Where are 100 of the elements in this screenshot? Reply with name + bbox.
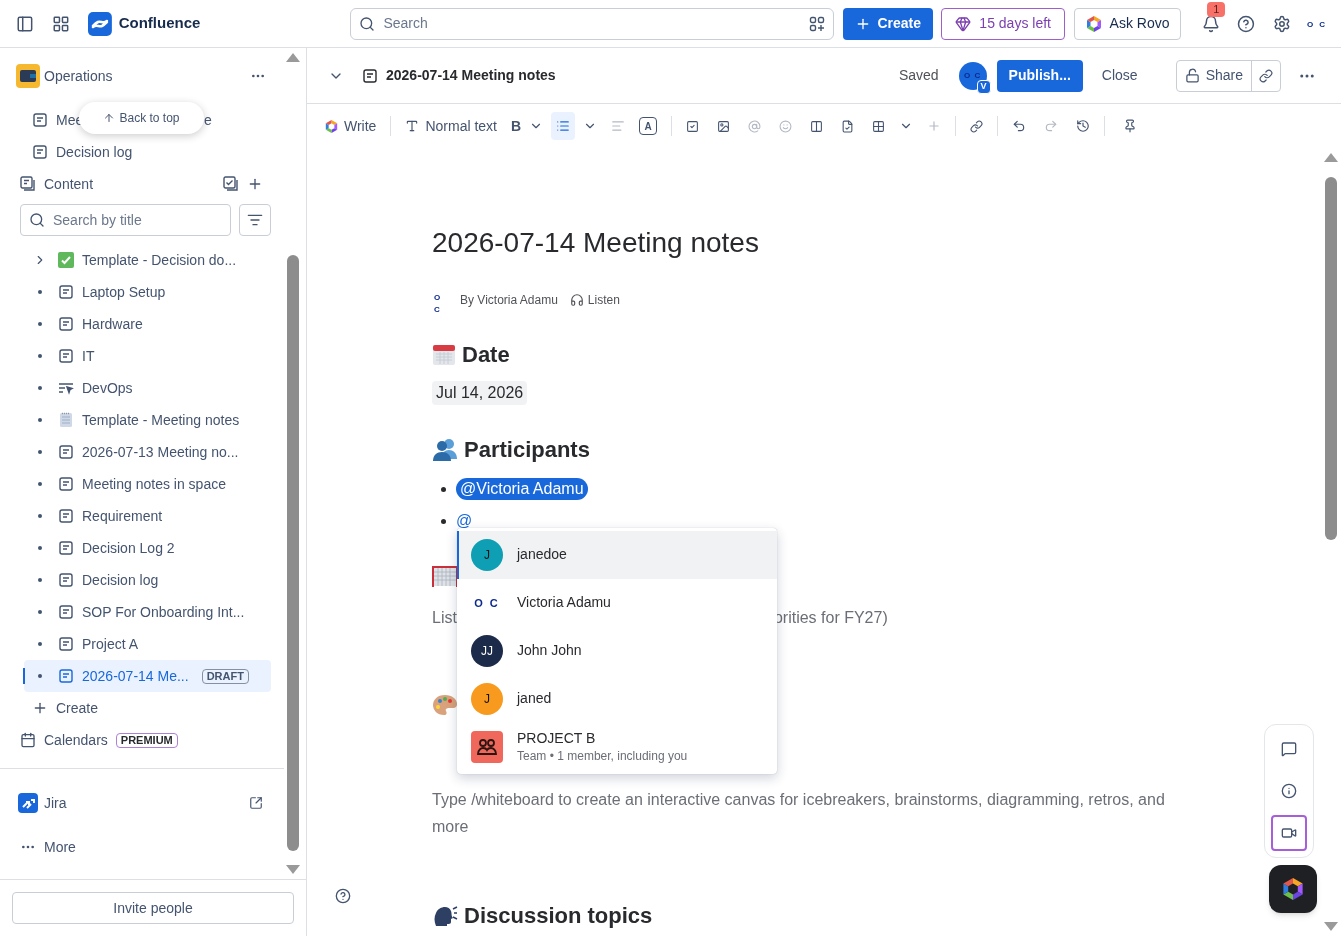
help-icon[interactable] [1237, 14, 1256, 33]
write-ai-icon [325, 119, 338, 133]
bullet-icon [38, 290, 42, 294]
external-link-icon[interactable] [249, 796, 263, 810]
add-icon[interactable] [247, 176, 263, 192]
mention-option[interactable]: JJ John John [457, 627, 777, 675]
ask-rovo-button[interactable]: Ask Rovo [1073, 7, 1182, 40]
tree-item[interactable]: Meeting notes in space [24, 468, 271, 500]
bullet-icon [38, 418, 42, 422]
page-icon [58, 668, 74, 684]
trial-button[interactable]: 15 days left [941, 7, 1065, 40]
page-icon [32, 112, 48, 128]
checkmark-icon [58, 252, 74, 268]
page-icon [58, 476, 74, 492]
palette-emoji-icon [432, 694, 458, 716]
plus-icon [32, 700, 48, 716]
file-icon[interactable] [841, 119, 855, 133]
bullet-icon [441, 486, 446, 492]
goal-net-emoji-icon [432, 566, 458, 588]
listen-button[interactable]: Listen [587, 291, 620, 309]
tree-item[interactable]: Template - Decision do... [24, 244, 271, 276]
tree-item[interactable]: Decision log [24, 564, 271, 596]
bold-button[interactable]: B [511, 115, 522, 137]
grid-plus-icon[interactable] [808, 15, 825, 32]
search-icon [359, 15, 376, 32]
notepad-icon [58, 412, 74, 428]
scrollbar-thumb[interactable] [1324, 177, 1337, 540]
tree-item[interactable]: Template - Meeting notes [24, 404, 271, 436]
settings-icon[interactable] [1273, 14, 1291, 33]
mention-option[interactable]: J janed [457, 675, 777, 723]
scroll-down-icon[interactable] [1323, 922, 1338, 932]
calendars-item[interactable]: Calendars [44, 729, 108, 751]
tree-item[interactable]: Project A [24, 628, 271, 660]
sidebar-toggle-icon[interactable] [16, 14, 34, 33]
close-button[interactable]: Close [1101, 65, 1138, 86]
title-search-field[interactable]: Search by title [20, 204, 231, 236]
mention-option[interactable]: PROJECT B Team • 1 member, including you [457, 723, 777, 771]
shortcut-item[interactable]: Decision log [56, 141, 133, 163]
table-icon[interactable] [872, 119, 886, 133]
link-icon[interactable] [970, 119, 984, 133]
scroll-down-icon[interactable] [286, 865, 300, 875]
tree-item[interactable]: Requirement [24, 500, 271, 532]
bullet-list-button[interactable] [551, 112, 576, 140]
bullet-icon [38, 450, 42, 454]
page-title: 2026-07-14 Meeting notes [386, 66, 556, 85]
undo-icon[interactable] [1012, 119, 1027, 133]
tree-item[interactable]: SOP For Onboarding Int... [24, 596, 271, 628]
tree-item[interactable]: 2026-07-14 Me... DRAFT [24, 660, 271, 692]
tree-item[interactable]: Decision Log 2 [24, 532, 271, 564]
option-name: PROJECT B [517, 729, 597, 748]
tree-item[interactable]: Hardware [24, 308, 271, 340]
tree-item[interactable]: Laptop Setup [24, 276, 271, 308]
history-icon[interactable] [1076, 119, 1091, 133]
create-link[interactable]: Create [56, 697, 99, 719]
publish-button[interactable]: Publish... [996, 59, 1083, 92]
pin-icon[interactable] [1123, 119, 1138, 133]
more-item[interactable]: More [44, 836, 76, 858]
scroll-up-icon[interactable] [286, 52, 300, 62]
info-icon [1281, 783, 1297, 799]
filter-button[interactable] [239, 204, 271, 236]
image-icon[interactable] [717, 119, 731, 133]
text-style-dropdown[interactable]: Normal text [425, 115, 497, 137]
back-to-top-button[interactable]: Back to top [79, 102, 204, 134]
scrollbar-thumb[interactable] [287, 255, 299, 851]
content-heading[interactable]: Content [44, 173, 94, 195]
space-name[interactable]: Operations [44, 65, 113, 87]
wallet-space-icon [16, 64, 40, 88]
author-byline[interactable]: By Victoria Adamu [460, 291, 558, 309]
tree-item[interactable]: IT [24, 340, 271, 372]
text-color-button[interactable]: A [639, 117, 658, 135]
layout-icon[interactable] [810, 119, 824, 133]
comment-icon [1281, 741, 1297, 757]
option-name: janedoe [517, 546, 567, 564]
notifications-icon[interactable] [1202, 14, 1221, 33]
help-icon[interactable] [335, 888, 351, 904]
bullet-icon [38, 514, 42, 518]
draft-badge: DRAFT [201, 668, 249, 684]
mention-option[interactable]: J janedoe [457, 531, 777, 579]
task-icon[interactable] [686, 119, 700, 133]
page-icon [58, 316, 74, 332]
product-name[interactable]: Confluence [118, 12, 201, 35]
invite-people-button[interactable]: Invite people [12, 892, 294, 924]
shortcut-item-tail: e [204, 110, 212, 130]
write-button[interactable]: Write [344, 115, 377, 137]
bullet-list-icon [556, 119, 571, 133]
search-field[interactable]: Search [350, 7, 834, 40]
unlock-icon [1184, 68, 1200, 83]
date-chip[interactable]: Jul 14, 2026 [432, 381, 528, 405]
app-item[interactable]: Jira [44, 792, 67, 814]
checklist-icon[interactable] [223, 176, 239, 192]
app-switcher-icon[interactable] [51, 14, 70, 33]
rovo-button[interactable] [1269, 865, 1317, 913]
video-button[interactable] [1271, 815, 1307, 851]
rovo-logo-icon [1085, 15, 1102, 32]
create-button[interactable]: Create [842, 7, 934, 40]
link-icon [1259, 68, 1273, 83]
scroll-up-icon[interactable] [1323, 152, 1338, 162]
tree-item[interactable]: 2026-07-13 Meeting no... [24, 436, 271, 468]
mention-chip[interactable]: @Victoria Adamu [456, 478, 588, 500]
tree-item[interactable]: DevOps [24, 372, 271, 404]
